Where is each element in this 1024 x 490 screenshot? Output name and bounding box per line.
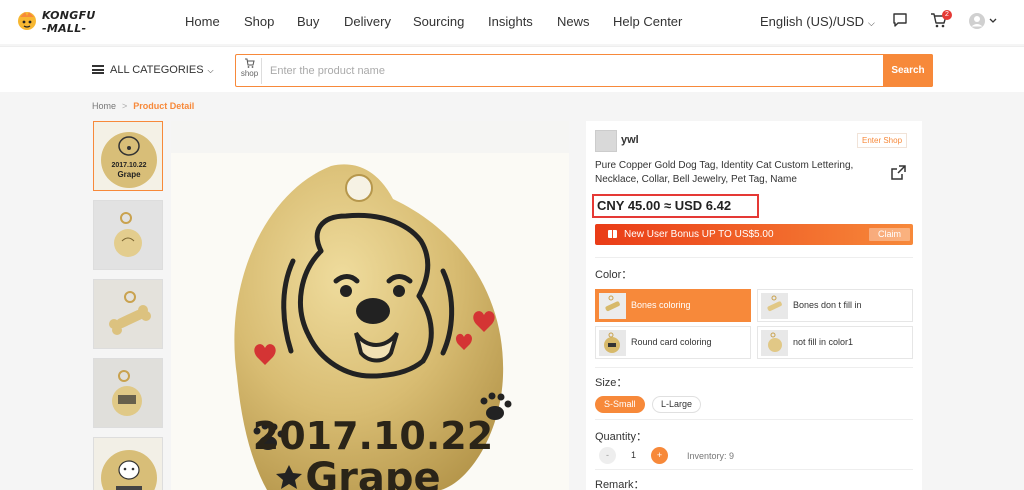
kongfu-mall-logo[interactable]: KONGFU -MALL-: [16, 8, 112, 36]
product-title: Pure Copper Gold Dog Tag, Identity Cat C…: [595, 160, 854, 185]
thumbnail-4[interactable]: [93, 358, 163, 428]
breadcrumb: Home > Product Detail: [92, 101, 194, 111]
dog-tag-thumbnail-image: 2017.10.22 Grape: [94, 122, 162, 190]
new-user-bonus-banner: New User Bonus UP TO US$5.00 Claim: [595, 224, 913, 245]
gift-icon: [608, 230, 617, 238]
thumbnail-2[interactable]: [93, 200, 163, 270]
search-button[interactable]: Search: [883, 54, 933, 87]
shop-cart-icon: [245, 58, 255, 68]
divider: [595, 419, 913, 420]
breadcrumb-separator: >: [122, 101, 128, 111]
seller-name[interactable]: ywl: [621, 134, 639, 146]
round-tag-thumbnail-image: [94, 201, 162, 269]
size-option-s-small[interactable]: S-Small: [595, 396, 645, 413]
breadcrumb-current: Product Detail: [133, 101, 195, 111]
divider: [595, 469, 913, 470]
color-option-bones-dont-fill-in[interactable]: Bones don t fill in: [757, 289, 913, 322]
search-row: ALL CATEGORIES⌵ shop Search: [0, 46, 1024, 92]
thumbnail-1[interactable]: 2017.10.22 Grape: [93, 121, 163, 191]
quantity-label: Quantity：: [595, 431, 647, 443]
size-option-l-large[interactable]: L-Large: [652, 396, 702, 413]
quantity-decrease-button[interactable]: -: [599, 447, 616, 464]
nav-link-insights[interactable]: Insights: [488, 14, 533, 29]
swatch-label: Bones don t fill in: [793, 300, 862, 310]
engraved-tag-thumbnail-image: [94, 359, 162, 427]
chevron-down-icon: ⌵: [868, 18, 875, 28]
swatch-image: [599, 330, 626, 356]
bonus-text: New User Bonus UP TO US$5.00: [624, 229, 774, 240]
logo-text-line2: -MALL-: [42, 22, 87, 35]
claim-button[interactable]: Claim: [869, 228, 910, 241]
color-label: Color：: [595, 269, 633, 281]
all-categories-label: ALL CATEGORIES: [110, 64, 204, 76]
seller-avatar: [595, 130, 617, 152]
shop-search-tag[interactable]: shop: [238, 58, 262, 84]
share-icon[interactable]: [891, 165, 906, 180]
product-price: CNY 45.00 ≈ USD 6.42: [592, 194, 759, 218]
nav-link-help-center[interactable]: Help Center: [613, 14, 682, 29]
quantity-increase-button[interactable]: +: [651, 447, 668, 464]
divider: [595, 257, 913, 258]
thumbnail-5[interactable]: [93, 437, 163, 490]
top-navigation-bar: KONGFU -MALL- Home Shop Buy Delivery Sou…: [0, 0, 1024, 44]
thumbnail-engraved-name: Grape: [117, 170, 141, 179]
product-details-panel: ywl Enter Shop Pure Copper Gold Dog Tag,…: [586, 121, 922, 490]
color-option-not-fill-in-color1[interactable]: not fill in color1: [757, 326, 913, 359]
language-currency-selector[interactable]: English (US)/USD ⌵: [760, 14, 875, 29]
bone-tag-thumbnail-image: [94, 280, 162, 348]
face-tag-thumbnail-image: [94, 438, 162, 490]
swatch-label: Bones coloring: [631, 300, 691, 310]
inventory-count: Inventory: 9: [687, 451, 735, 461]
main-product-image[interactable]: 2017.10.22 Grape: [171, 121, 569, 490]
search-box: shop Search: [235, 54, 933, 87]
chat-icon[interactable]: [892, 12, 908, 28]
divider: [595, 367, 913, 368]
thumbnail-3[interactable]: [93, 279, 163, 349]
remark-label: Remark：: [595, 479, 645, 490]
nav-link-shop[interactable]: Shop: [244, 14, 274, 29]
color-option-bones-coloring[interactable]: Bones coloring: [595, 289, 751, 322]
swatch-label: Round card coloring: [631, 337, 712, 347]
logo-mascot-icon: [18, 12, 36, 30]
search-input[interactable]: [270, 61, 870, 81]
engraved-date-text: 2017.10.22: [253, 414, 493, 458]
swatch-image: [761, 330, 788, 356]
cart-count-badge: 2: [942, 10, 952, 20]
language-label: English (US)/USD: [760, 14, 865, 29]
nav-link-news[interactable]: News: [557, 14, 590, 29]
nav-link-buy[interactable]: Buy: [297, 14, 319, 29]
nav-link-delivery[interactable]: Delivery: [344, 14, 391, 29]
all-categories-menu[interactable]: ALL CATEGORIES ⌵: [92, 64, 214, 76]
thumbnail-strip: 2017.10.22 Grape: [92, 121, 164, 490]
chevron-down-icon: ⌵: [207, 66, 214, 75]
color-option-round-card-coloring[interactable]: Round card coloring: [595, 326, 751, 359]
enter-shop-button[interactable]: Enter Shop: [857, 133, 908, 148]
engraved-name-text: Grape: [305, 455, 440, 490]
swatch-image: [761, 293, 788, 319]
swatch-image: [599, 293, 626, 319]
nav-link-sourcing[interactable]: Sourcing: [413, 14, 464, 29]
golden-retriever-dog-tag-image: 2017.10.22 Grape: [171, 121, 569, 490]
size-label: Size：: [595, 377, 628, 389]
shop-tag-label: shop: [240, 69, 259, 78]
user-icon[interactable]: [968, 12, 1000, 30]
breadcrumb-home[interactable]: Home: [92, 101, 116, 111]
quantity-input[interactable]: [616, 447, 651, 464]
logo-text-line1: KONGFU: [42, 9, 96, 22]
nav-link-home[interactable]: Home: [185, 14, 220, 29]
swatch-label: not fill in color1: [793, 337, 854, 347]
thumbnail-engraved-date: 2017.10.22: [111, 162, 146, 169]
hamburger-icon: [92, 65, 104, 74]
